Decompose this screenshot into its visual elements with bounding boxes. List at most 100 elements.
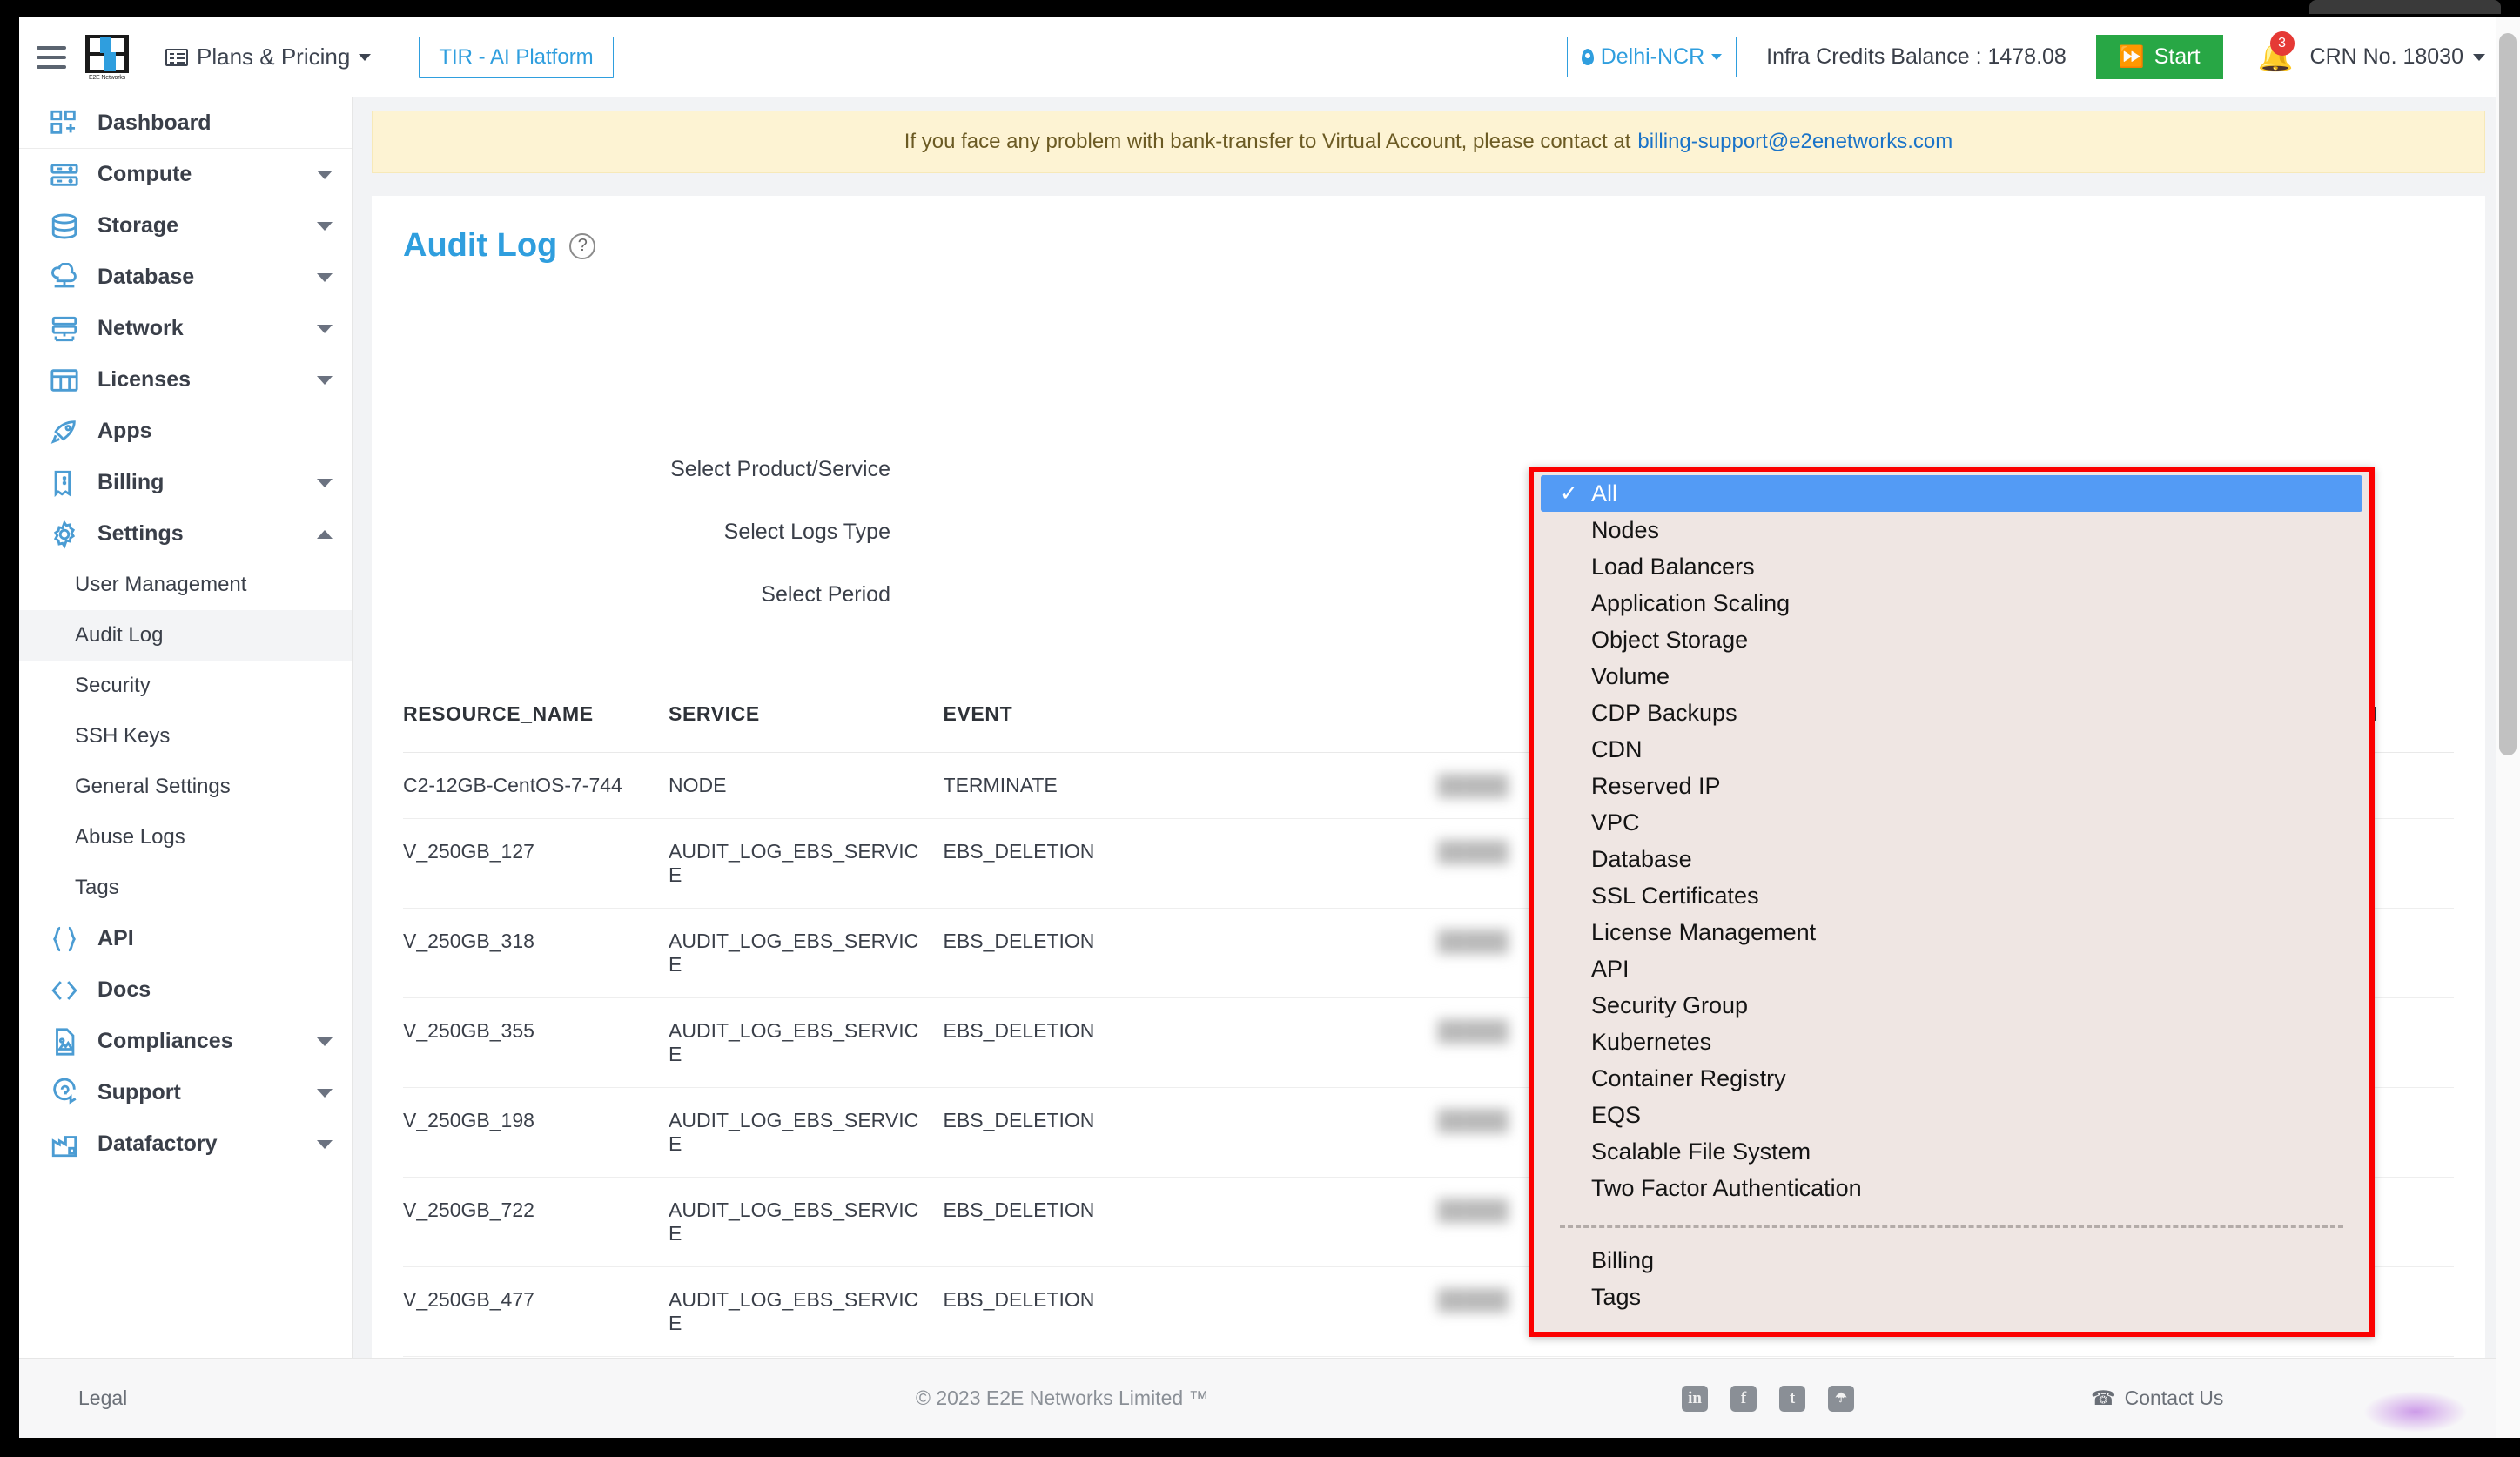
sidebar-item-support[interactable]: Support xyxy=(19,1067,352,1118)
sidebar-item-compliances[interactable]: Compliances xyxy=(19,1016,352,1067)
sidebar-item-api[interactable]: API xyxy=(19,913,352,964)
page-scrollbar[interactable] xyxy=(2496,17,2520,1438)
dropdown-option[interactable]: Kubernetes xyxy=(1541,1024,2362,1060)
dropdown-option[interactable]: Two Factor Authentication xyxy=(1541,1170,2362,1206)
billing-support-email-link[interactable]: billing-support@e2enetworks.com xyxy=(1637,130,1952,154)
chevron-down-icon[interactable] xyxy=(317,324,333,333)
sidebar-item-settings[interactable]: Settings xyxy=(19,508,352,560)
chat-icon xyxy=(47,1078,82,1108)
start-button[interactable]: ⏩ Start xyxy=(2095,35,2223,79)
sidebar-item-general-settings[interactable]: General Settings xyxy=(19,762,352,812)
sidebar-item-docs[interactable]: Docs xyxy=(19,964,352,1016)
sidebar-item-abuse-logs[interactable]: Abuse Logs xyxy=(19,812,352,863)
grid-icon xyxy=(47,366,82,395)
cell-resource-name: V_250GB_477 xyxy=(403,1266,669,1357)
sidebar-item-datafactory[interactable]: Datafactory xyxy=(19,1118,352,1170)
dropdown-option[interactable]: Tags xyxy=(1541,1279,2362,1315)
cell-time xyxy=(1181,752,1438,819)
dropdown-option[interactable]: Nodes xyxy=(1541,512,2362,548)
sidebar-item-tags[interactable]: Tags xyxy=(19,863,352,913)
twitter-icon[interactable]: t xyxy=(1779,1385,1805,1412)
dropdown-option[interactable]: API xyxy=(1541,950,2362,987)
dropdown-option[interactable]: ✓ All xyxy=(1541,475,2362,512)
notifications-button[interactable]: 🔔 3 xyxy=(2253,30,2295,78)
tir-ai-platform-button[interactable]: TIR - AI Platform xyxy=(419,36,614,78)
chevron-down-icon[interactable] xyxy=(317,170,333,179)
chevron-down-icon[interactable] xyxy=(317,1139,333,1149)
dropdown-option[interactable]: EQS xyxy=(1541,1097,2362,1133)
sidebar-item-billing[interactable]: Billing xyxy=(19,457,352,508)
contact-us-link[interactable]: ☎ Contact Us xyxy=(2091,1386,2223,1410)
location-pin-icon xyxy=(1581,49,1594,65)
chevron-down-icon[interactable] xyxy=(317,272,333,282)
cell-event: TERMINATE xyxy=(943,752,1181,819)
e2e-networks-logo[interactable]: E2E Networks xyxy=(85,34,129,81)
sidebar-item-label: Compliances xyxy=(97,1029,233,1053)
dropdown-option[interactable]: CDN xyxy=(1541,731,2362,768)
sidebar-item-audit-log[interactable]: Audit Log xyxy=(19,610,352,661)
chevron-down-icon[interactable] xyxy=(317,221,333,231)
logo-wordmark: E2E Networks xyxy=(89,74,125,81)
help-icon[interactable]: ? xyxy=(569,232,596,259)
dropdown-option[interactable]: CDP Backups xyxy=(1541,695,2362,731)
region-selector[interactable]: Delhi-NCR xyxy=(1566,37,1737,77)
dropdown-option-label: API xyxy=(1591,955,1630,982)
linkedin-icon[interactable]: in xyxy=(1682,1385,1708,1412)
chevron-down-icon[interactable] xyxy=(317,375,333,385)
menu-toggle-icon[interactable] xyxy=(37,45,66,69)
dropdown-separator xyxy=(1560,1225,2343,1228)
legal-link[interactable]: Legal xyxy=(78,1386,127,1410)
sidebar-item-storage[interactable]: Storage xyxy=(19,200,352,252)
sidebar-item-security[interactable]: Security xyxy=(19,661,352,711)
browser-chrome-bottom xyxy=(0,1438,2520,1457)
rss-icon[interactable]: ☂ xyxy=(1828,1385,1854,1412)
sidebar-item-compute[interactable]: Compute xyxy=(19,149,352,200)
account-menu[interactable]: CRN No. 18030 xyxy=(2310,44,2485,70)
chevron-down-icon xyxy=(2473,53,2485,61)
column-header-event: EVENT xyxy=(943,683,1181,753)
sidebar-item-user-management[interactable]: User Management xyxy=(19,560,352,610)
dropdown-option-label: Reserved IP xyxy=(1591,772,1721,799)
dropdown-option[interactable]: VPC xyxy=(1541,804,2362,841)
social-links: in f t ☂ xyxy=(1682,1385,1854,1412)
sidebar-item-licenses[interactable]: Licenses xyxy=(19,354,352,406)
dropdown-option[interactable]: License Management xyxy=(1541,914,2362,950)
sidebar-item-ssh-keys[interactable]: SSH Keys xyxy=(19,711,352,762)
sidebar-item-apps[interactable]: Apps xyxy=(19,406,352,457)
dropdown-option[interactable]: Database xyxy=(1541,841,2362,877)
sidebar-subitem-label: General Settings xyxy=(75,775,231,798)
sidebar-item-dashboard[interactable]: Dashboard xyxy=(19,97,352,149)
plans-label: Plans & Pricing xyxy=(197,44,351,70)
copyright-mark: © 2023 xyxy=(916,1386,981,1409)
sidebar-item-label: API xyxy=(97,926,134,950)
dropdown-option[interactable]: Billing xyxy=(1541,1242,2362,1279)
sidebar-subitem-label: Audit Log xyxy=(75,623,164,647)
dropdown-option[interactable]: Object Storage xyxy=(1541,621,2362,658)
chevron-down-icon[interactable] xyxy=(317,478,333,487)
sidebar-item-network[interactable]: Network xyxy=(19,303,352,354)
sidebar-subitem-label: Abuse Logs xyxy=(75,825,185,849)
dropdown-option[interactable]: Security Group xyxy=(1541,987,2362,1024)
chevron-down-icon[interactable] xyxy=(317,1037,333,1046)
dropdown-option[interactable]: Load Balancers xyxy=(1541,548,2362,585)
browser-tab-stub[interactable] xyxy=(2309,0,2501,14)
dropdown-option[interactable]: Scalable File System xyxy=(1541,1133,2362,1170)
dropdown-option[interactable]: SSL Certificates xyxy=(1541,877,2362,914)
dropdown-option-label: CDP Backups xyxy=(1591,699,1737,726)
chevron-up-icon[interactable] xyxy=(317,529,333,539)
product-service-dropdown[interactable]: ✓ All Nodes Load Balancers Application Scali… xyxy=(1529,467,2375,1337)
page-scrollbar-thumb[interactable] xyxy=(2499,33,2517,755)
sidebar-item-database[interactable]: Database xyxy=(19,252,352,303)
dropdown-option[interactable]: Reserved IP xyxy=(1541,768,2362,804)
dropdown-option-list[interactable]: ✓ All Nodes Load Balancers Application Scali… xyxy=(1537,475,2366,1328)
dropdown-option-label: Kubernetes xyxy=(1591,1028,1712,1055)
facebook-icon[interactable]: f xyxy=(1730,1385,1757,1412)
dropdown-option[interactable]: Volume xyxy=(1541,658,2362,695)
cell-service: AUDIT_LOG_EBS_SERVICE xyxy=(669,1087,944,1178)
filters-panel: Select Product/Service Select Logs Type … xyxy=(403,457,1361,645)
chevron-down-icon[interactable] xyxy=(317,1088,333,1098)
dropdown-option[interactable]: Application Scaling xyxy=(1541,585,2362,621)
plans-and-pricing-menu[interactable]: Plans & Pricing xyxy=(165,44,372,70)
column-header-resource-name: RESOURCE_NAME xyxy=(403,683,669,753)
dropdown-option[interactable]: Container Registry xyxy=(1541,1060,2362,1097)
